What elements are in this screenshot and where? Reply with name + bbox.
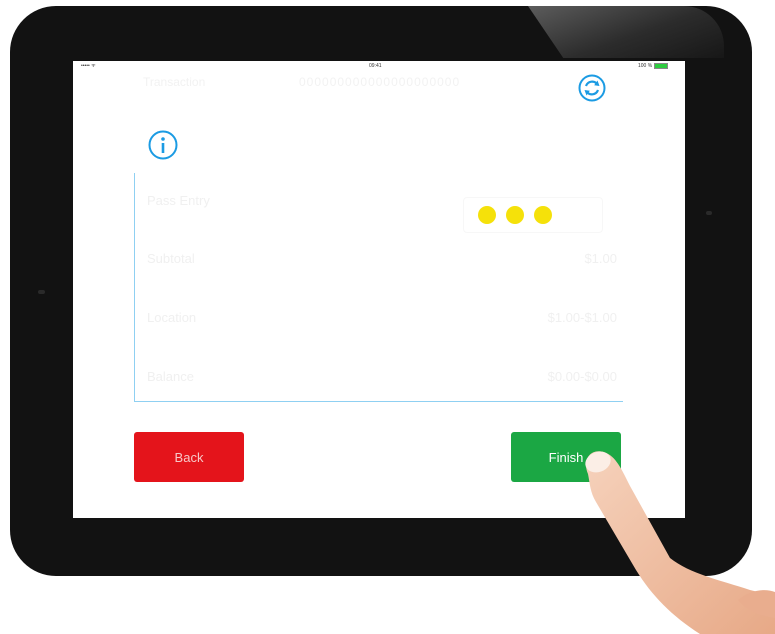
battery-icon [654,63,669,69]
panel-row: Pass Entry [147,189,617,233]
battery-indicator: 100 % [638,63,669,69]
status-bar: ••••• ᯤ 09:41 100 % [73,61,685,71]
loading-indicator [463,197,603,233]
panel-row: Balance $0.00-$0.00 [147,365,617,389]
panel-row: Location $1.00-$1.00 [147,306,617,330]
back-button[interactable]: Back [134,432,244,482]
transaction-id: 000000000000000000000 [299,75,461,89]
camera-dot [706,211,712,215]
loading-dot [506,206,524,224]
row-label: Pass Entry [147,193,210,208]
signal-indicator: ••••• ᯤ [81,63,96,69]
info-icon[interactable] [147,129,179,161]
row-value: $1.00-$1.00 [547,310,617,325]
row-label: Balance [147,369,194,384]
panel-row: Subtotal $1.00 [147,247,617,271]
home-sensor [38,290,45,294]
refresh-icon [578,74,606,102]
status-time: 09:41 [369,63,382,69]
transaction-panel: Pass Entry Subtotal $1.00 Location $1.00… [134,173,623,402]
battery-text: 100 % [638,63,653,69]
row-label: Location [147,310,197,325]
row-label: Subtotal [147,251,195,266]
loading-dot [478,206,496,224]
refresh-button[interactable] [577,73,607,103]
row-value: $1.00 [584,251,617,266]
row-value: $0.00-$0.00 [547,369,617,384]
pointing-finger-illustration [585,451,775,634]
loading-dot [534,206,552,224]
page-title: Transaction [143,75,206,89]
